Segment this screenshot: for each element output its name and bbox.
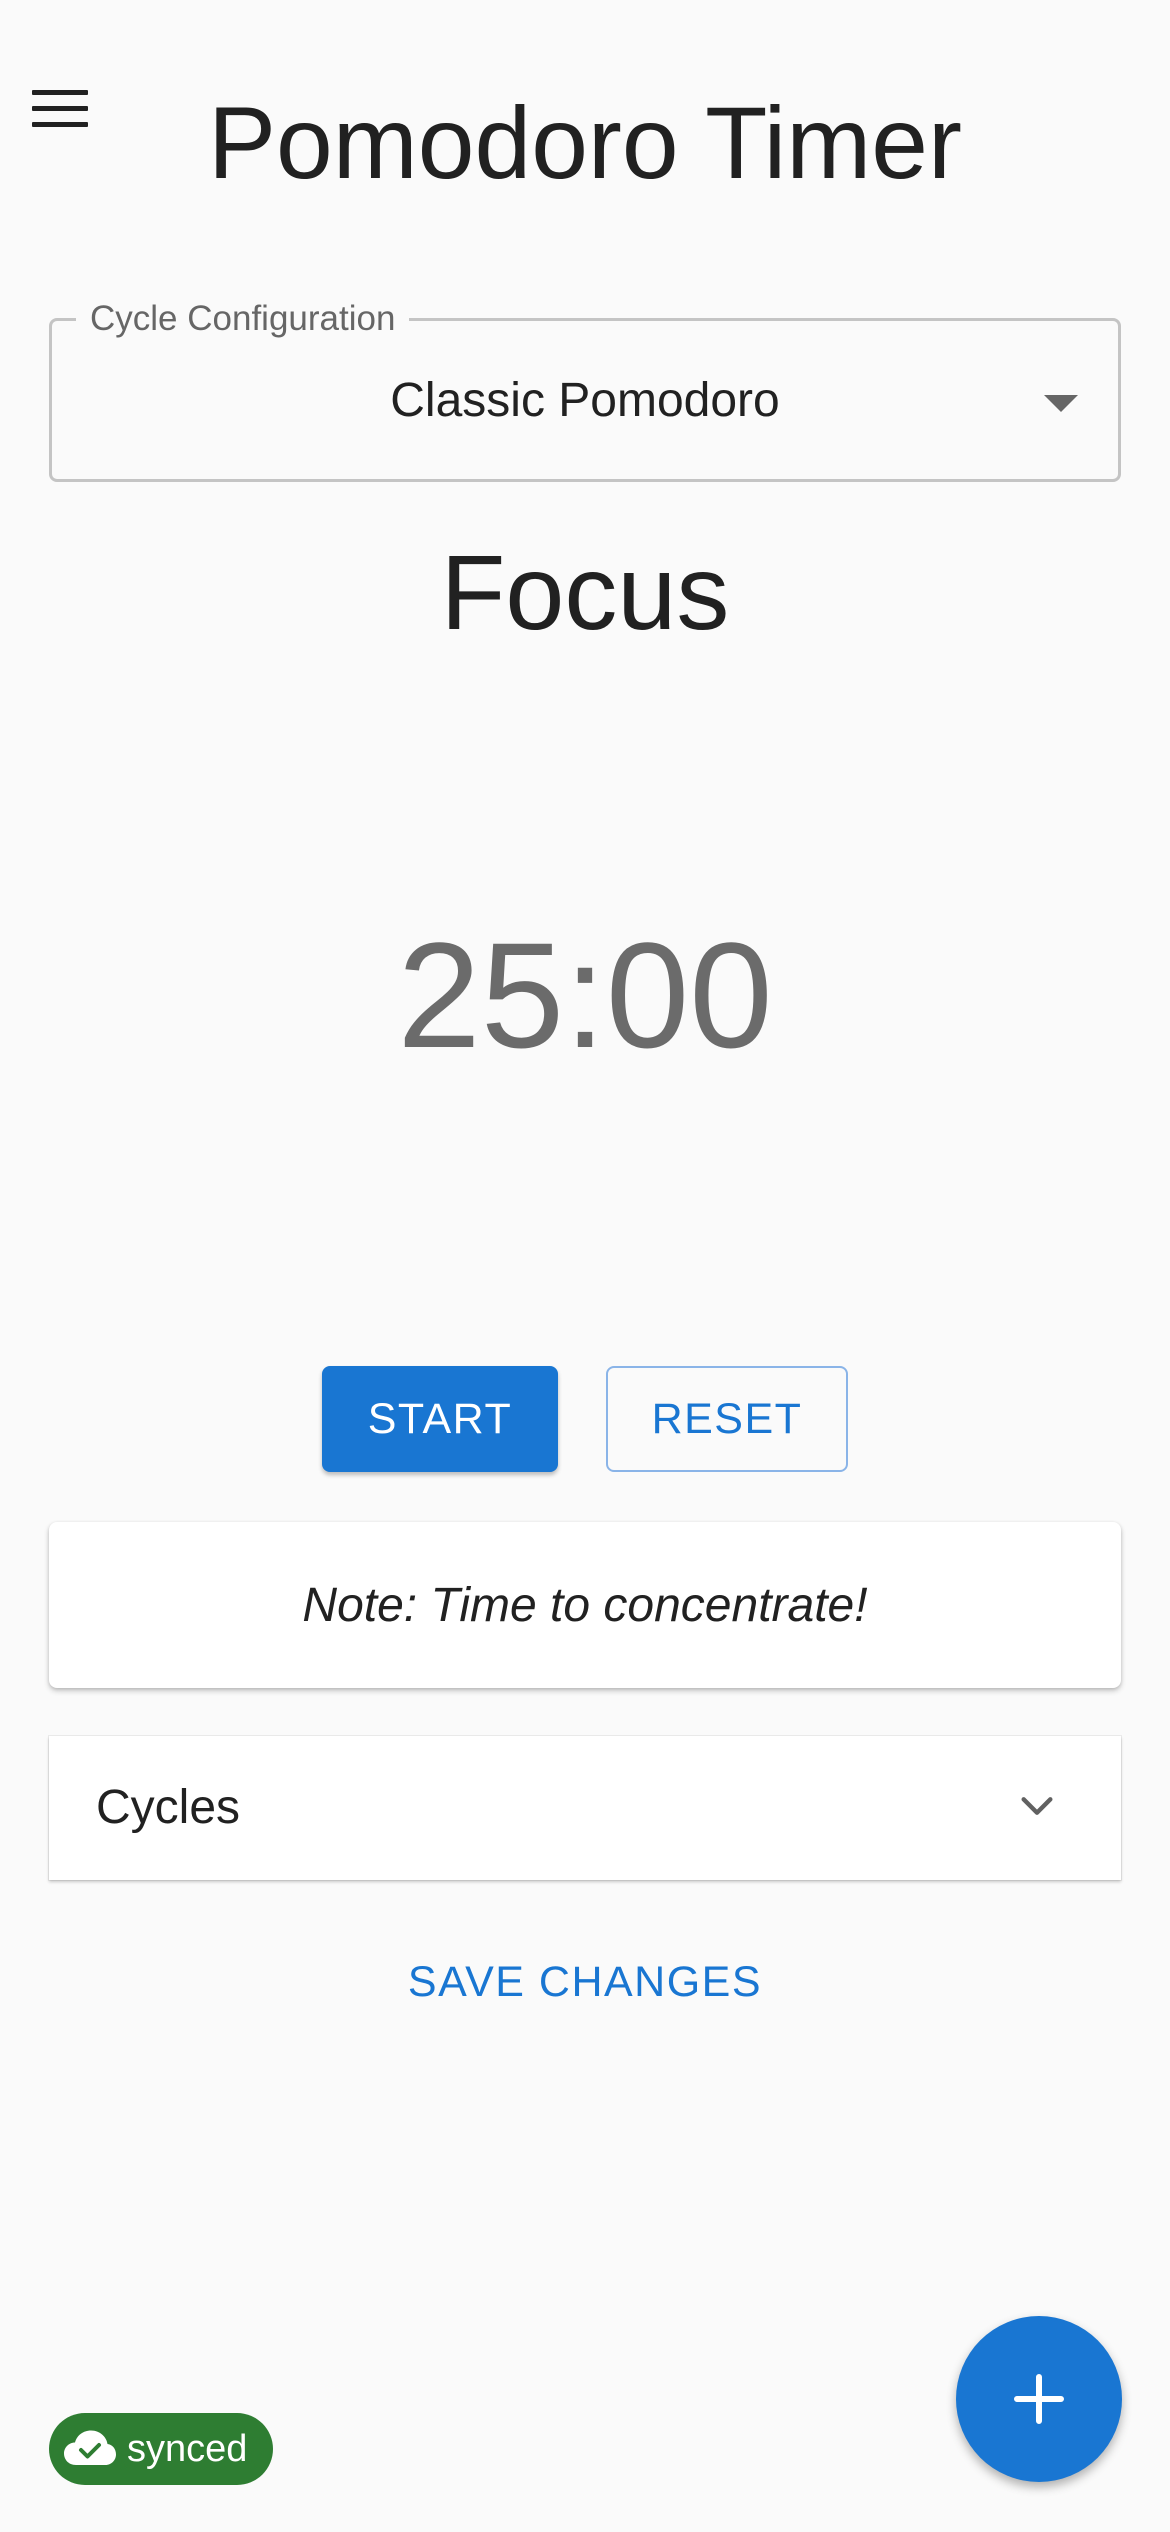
start-button[interactable]: START [322,1366,558,1472]
timer-display: 25:00 [397,911,773,1079]
chevron-down-icon [1021,1797,1053,1815]
note-text: Note: Time to concentrate! [302,1578,868,1632]
cycles-accordion-title: Cycles [96,1781,241,1834]
phase-label: Focus [440,534,730,652]
pomodoro-page: Pomodoro Timer Cycle Configuration Class… [0,0,1170,2532]
save-changes-button[interactable]: SAVE CHANGES [0,1958,1170,2007]
sync-status-badge: synced [49,2413,274,2485]
reset-button[interactable]: RESET [606,1366,848,1472]
note-card: Note: Time to concentrate! [49,1522,1121,1688]
timer-controls: START RESET [0,1366,1170,1472]
cycles-accordion[interactable]: Cycles [49,1736,1121,1880]
cloud-check-icon [64,2430,116,2465]
sync-status-label: synced [127,2427,248,2470]
page-title: Pomodoro Timer [208,86,962,200]
save-changes-label: SAVE CHANGES [407,1958,763,2006]
plus-icon [1014,2374,1064,2424]
cycle-configuration-label: Cycle Configuration [76,299,410,339]
add-fab-button[interactable] [956,2316,1122,2482]
dropdown-arrow-icon [1044,395,1078,412]
cycle-configuration-select[interactable]: Cycle Configuration Classic Pomodoro [49,299,1121,482]
cycle-configuration-value: Classic Pomodoro [390,374,780,427]
